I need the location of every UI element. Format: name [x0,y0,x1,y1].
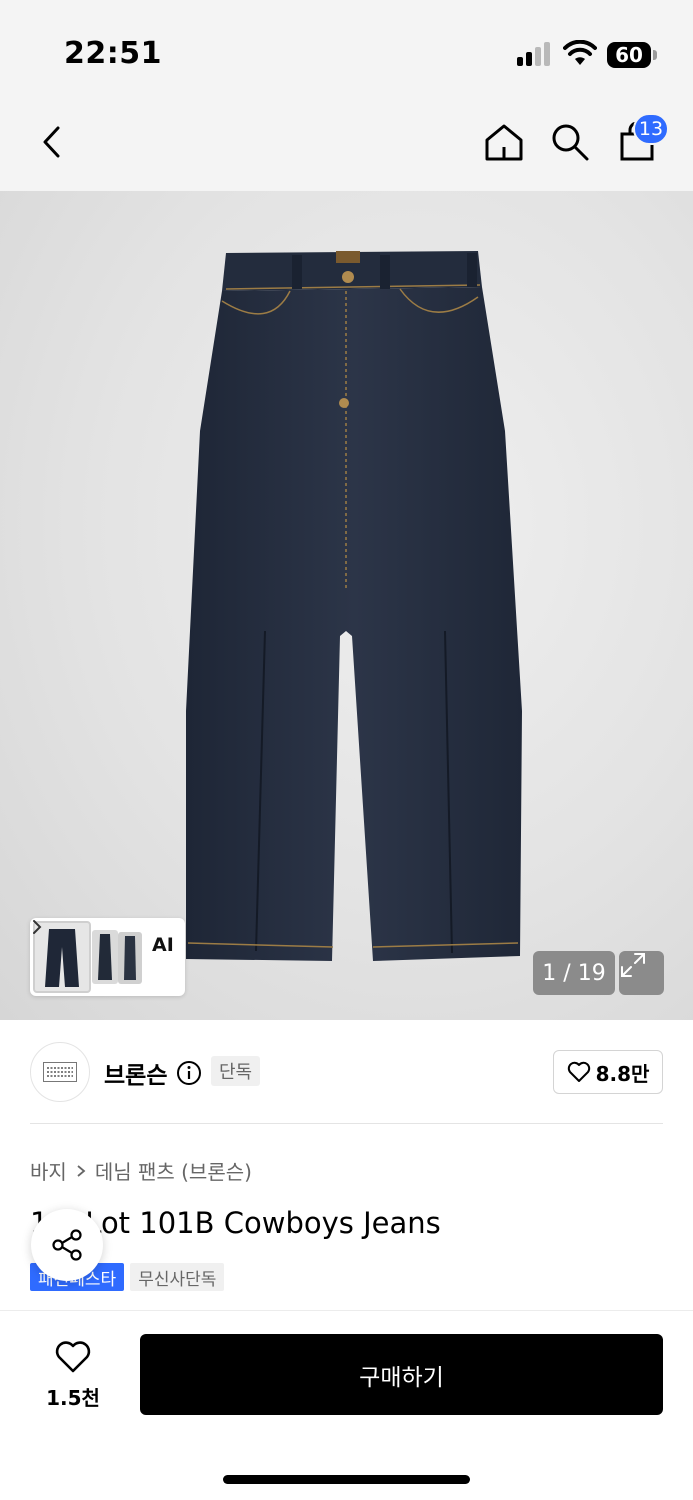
breadcrumb-category[interactable]: 바지 [30,1156,67,1185]
info-icon[interactable] [176,1060,202,1086]
product-like-count: 1.5천 [46,1386,100,1410]
wifi-icon [563,40,597,65]
back-arrow-icon[interactable] [30,120,74,164]
brand-like-count: 8.8만 [595,1061,650,1086]
product-image-jeans [186,251,522,961]
brand-like-button[interactable]: 8.8만 [553,1050,663,1094]
chevron-right-icon [33,920,42,934]
brand-row: 브론슨 단독 8.8만 [0,1020,693,1124]
chevron-right-icon [77,1164,86,1177]
search-icon[interactable] [548,120,592,164]
status-time: 22:51 [64,36,162,71]
image-page-counter: 1 / 19 [533,951,615,995]
share-button[interactable] [31,1209,103,1281]
heart-icon [55,1341,91,1373]
product-image-gallery[interactable]: AI 1 / 19 [0,191,693,1020]
expand-icon[interactable] [619,951,664,995]
divider [30,1123,663,1124]
exclusive-tag: 단독 [211,1056,261,1086]
product-like-button[interactable]: 1.5천 [30,1336,116,1416]
thumbnail-image[interactable] [118,932,142,984]
heart-icon [567,1061,590,1082]
buy-button[interactable]: 구매하기 [140,1334,663,1415]
ai-thumbnail-strip[interactable]: AI [30,918,185,996]
signal-icon [517,42,553,66]
divider [0,1310,693,1311]
home-indicator [223,1475,470,1484]
top-nav [0,100,693,191]
breadcrumb-subcategory[interactable]: 데님 팬츠 (브론슨) [95,1156,252,1185]
battery-level: 60 [607,42,651,68]
thumbnail-image[interactable] [92,930,118,984]
home-icon[interactable] [482,120,526,164]
share-icon [52,1229,82,1261]
battery-icon: 60 [607,42,657,68]
status-bar: 22:51 60 [0,0,693,100]
cart-count-badge: 13 [633,113,669,145]
ai-label: AI [152,934,174,956]
brand-name[interactable]: 브론슨 [104,1056,167,1090]
breadcrumb: 바지 데님 팬츠 (브론슨) [30,1156,252,1185]
musinsa-exclusive-badge: 무신사단독 [130,1263,225,1291]
brand-logo[interactable] [30,1042,90,1102]
